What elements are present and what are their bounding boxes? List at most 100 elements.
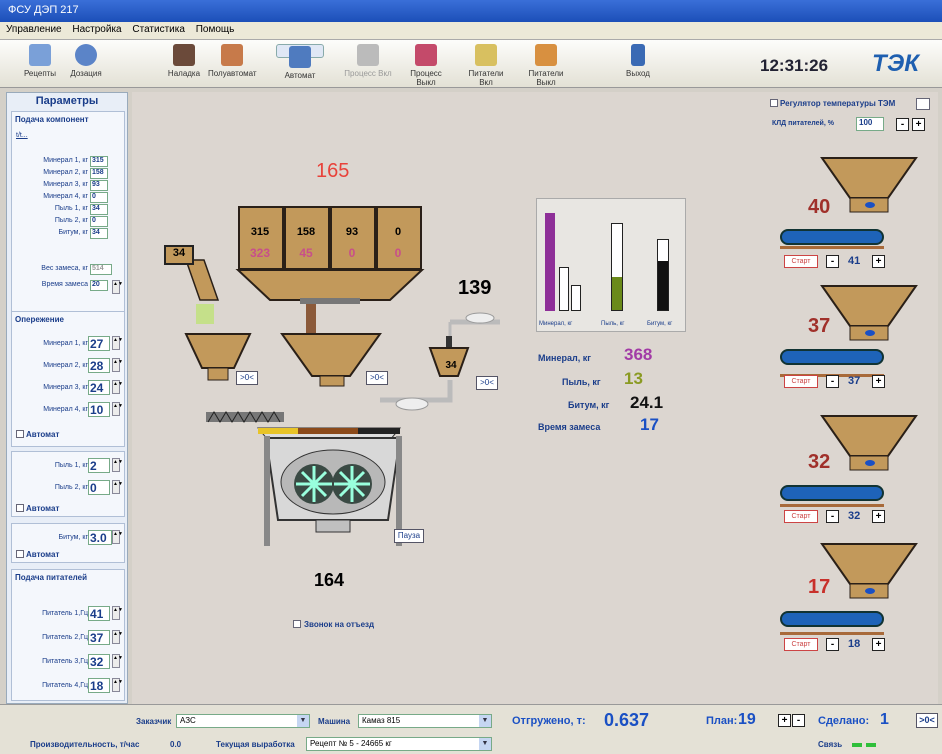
feeder-1-frequency: 41 <box>848 255 861 267</box>
feeder-3-start-button[interactable]: Старт <box>784 510 818 523</box>
feeder-2-plus-button[interactable]: + <box>872 375 885 388</box>
menu-help[interactable]: Помощь <box>196 24 235 35</box>
dust-hopper-value: 34 <box>164 245 194 265</box>
auto-checkbox-2[interactable]: Автомат <box>16 504 59 513</box>
performance-label: Производительность, т/час <box>30 740 140 749</box>
lead-group: Опережение Минерал 1, кг 27 ▲▼ Минерал 2, … <box>11 311 125 447</box>
dust-stepper[interactable]: ▲▼ <box>112 458 123 472</box>
dosing-icon <box>75 44 97 66</box>
menu-control[interactable]: Управление <box>6 24 62 35</box>
reset-bitumen-button[interactable]: >0< <box>476 376 498 390</box>
panel-title: Параметры <box>35 95 99 107</box>
component-row: Минерал 4, кг 0 <box>12 192 124 204</box>
lead-stepper[interactable]: ▲▼ <box>112 336 123 350</box>
feeder-stepper[interactable]: ▲▼ <box>112 606 123 620</box>
clock: 12:31:26 <box>760 56 829 75</box>
dust-stepper[interactable]: ▲▼ <box>112 480 123 494</box>
batch-time-row: Время замеса 20 ▲▼ <box>12 280 124 294</box>
component-row: Минерал 3, кг 93 <box>12 180 124 192</box>
bell-checkbox[interactable]: Звонок на отъезд <box>293 620 374 629</box>
feeder-1-start-button[interactable]: Старт <box>784 255 818 268</box>
regulator-box[interactable] <box>916 98 930 110</box>
machine-select[interactable]: Камаз 815 ▼ <box>358 714 492 728</box>
recipes-button[interactable]: Рецепты <box>16 44 64 84</box>
customer-select[interactable]: АЗС ▼ <box>176 714 310 728</box>
feeder-1-plus-button[interactable]: + <box>872 255 885 268</box>
auto-button[interactable]: Автомат <box>276 44 324 80</box>
feeder-1-minus-button[interactable]: - <box>826 255 839 268</box>
process-on-button[interactable]: Процесс Вкл <box>344 44 392 84</box>
process-off-button[interactable]: Процесс Выкл <box>402 44 450 87</box>
logo: ТЭК <box>872 50 919 77</box>
feeders-on-icon <box>475 44 497 66</box>
feeders-on-button[interactable]: Питатели Вкл <box>462 44 510 87</box>
feed-title: Подача компонент <box>15 115 89 124</box>
plan-value: 19 <box>738 711 756 728</box>
lead-stepper[interactable]: ▲▼ <box>112 380 123 394</box>
kld-input[interactable]: 100 <box>856 117 884 131</box>
bitumen-row: Битум, кг 3.0 ▲▼ <box>58 530 123 545</box>
feeder-stepper[interactable]: ▲▼ <box>112 630 123 644</box>
plan-plus-button[interactable]: + <box>778 714 791 727</box>
menu-settings[interactable]: Настройка <box>72 24 121 35</box>
component-row: Пыль 2, кг 0 <box>12 216 124 228</box>
shipped-value: 0.637 <box>604 710 650 730</box>
plan-minus-button[interactable]: - <box>792 714 805 727</box>
lead-title: Опережение <box>15 315 64 324</box>
exit-button[interactable]: Выход <box>614 44 662 84</box>
lead-row: Минерал 1, кг 27 ▲▼ <box>43 336 123 351</box>
feeder-2-start-button[interactable]: Старт <box>784 375 818 388</box>
feeder-3-frequency: 32 <box>848 510 861 522</box>
plant-diagram <box>184 259 500 441</box>
regulator-checkbox[interactable]: Регулятор температуры ТЭМ <box>770 99 895 108</box>
semiauto-icon <box>221 44 243 66</box>
semiauto-button[interactable]: Полуавтомат <box>208 44 257 84</box>
feed-sub: t/t... <box>16 132 28 139</box>
bitumen-stepper[interactable]: ▲▼ <box>112 530 123 544</box>
auto-checkbox-1[interactable]: Автомат <box>16 430 59 439</box>
reset-dust-button[interactable]: >0< <box>236 371 258 385</box>
feeders-off-button[interactable]: Питатели Выкл <box>522 44 570 87</box>
chevron-down-icon: ▼ <box>297 715 309 727</box>
feeder-3-plus-button[interactable]: + <box>872 510 885 523</box>
machine-label: Машина <box>318 717 351 726</box>
feeder-3-minus-button[interactable]: - <box>826 510 839 523</box>
kld-plus-button[interactable]: + <box>912 118 925 131</box>
customer-label: Заказчик <box>136 717 172 726</box>
feeder-stepper[interactable]: ▲▼ <box>112 678 123 692</box>
current-output-label: Текущая выработка <box>216 740 295 749</box>
lead-stepper[interactable]: ▲▼ <box>112 402 123 416</box>
feeder-row: Питатель 1,Гц 41 ▲▼ <box>42 606 123 621</box>
auto-checkbox-3[interactable]: Автомат <box>16 550 59 559</box>
performance-value: 0.0 <box>170 740 182 749</box>
feeder-2-minus-button[interactable]: - <box>826 375 839 388</box>
feeder-4-value: 17 <box>808 576 831 598</box>
pause-button[interactable]: Пауза <box>394 529 424 543</box>
feeder-4-start-button[interactable]: Старт <box>784 638 818 651</box>
recipes-icon <box>29 44 51 66</box>
menu-statistics[interactable]: Статистика <box>132 24 185 35</box>
feeder-4-minus-button[interactable]: - <box>826 638 839 651</box>
feeder-4-frequency: 18 <box>848 638 861 650</box>
adjust-button[interactable]: Наладка <box>160 44 208 84</box>
adjust-icon <box>173 44 195 66</box>
lead-stepper[interactable]: ▲▼ <box>112 358 123 372</box>
feeder-1-conveyor <box>780 229 884 245</box>
feeder-stepper[interactable]: ▲▼ <box>112 654 123 668</box>
feeders-off-icon <box>535 44 557 66</box>
kld-label: КЛД питателей, % <box>772 120 834 127</box>
mineral-target-bar <box>559 267 569 311</box>
batch-time-stepper[interactable]: ▲▼ <box>112 280 123 294</box>
dosing-button[interactable]: Дозация <box>62 44 110 84</box>
feeders-group: Подача питателей Питатель 1,Гц 41 ▲▼ Питат… <box>11 569 125 701</box>
current-output-select[interactable]: Рецепт № 5 - 24665 кг ▼ <box>306 737 492 751</box>
reset-mineral-button[interactable]: >0< <box>366 371 388 385</box>
feeder-3-value: 32 <box>808 451 831 473</box>
kld-minus-button[interactable]: - <box>896 118 909 131</box>
done-reset-button[interactable]: >0< <box>916 713 938 728</box>
feeder-4-plus-button[interactable]: + <box>872 638 885 651</box>
feeders-title: Подача питателей <box>15 573 88 582</box>
feed-group: Подача компонент t/t... Минерал 1, кг 315… <box>11 111 125 317</box>
bar-label-mineral: Минерал, кг <box>539 321 573 327</box>
total-top: 165 <box>316 160 350 182</box>
